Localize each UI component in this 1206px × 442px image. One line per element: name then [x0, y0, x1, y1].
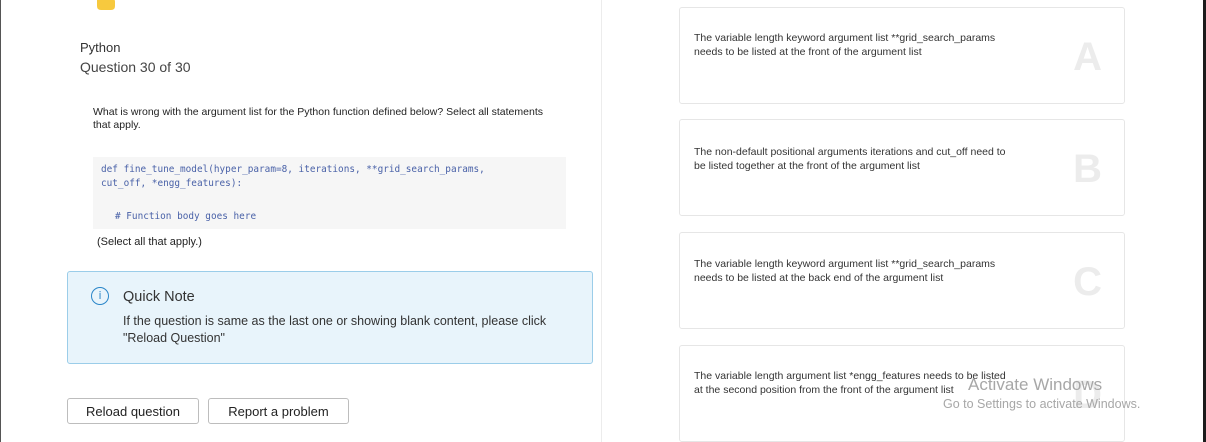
- code-comment: # Function body goes here: [115, 211, 257, 222]
- quick-note: i Quick Note If the question is same as …: [67, 271, 593, 364]
- answer-option-c[interactable]: The variable length keyword argument lis…: [679, 232, 1125, 329]
- info-icon: i: [91, 287, 109, 305]
- panel-divider: [601, 0, 602, 442]
- question-prompt: What is wrong with the argument list for…: [93, 106, 543, 131]
- answer-option-letter: B: [1073, 147, 1102, 191]
- watermark-title: Activate Windows: [968, 375, 1103, 394]
- answer-option-text: The variable length keyword argument lis…: [694, 258, 996, 284]
- answer-option-letter: C: [1073, 260, 1102, 304]
- quick-note-title: Quick Note: [123, 289, 195, 305]
- subject-label: Python: [80, 40, 121, 55]
- watermark-subtitle: Go to Settings to activate Windows.: [943, 397, 1141, 411]
- windows-activation-watermark: Activate Windows Go to Settings to activ…: [943, 375, 1140, 411]
- code-line-1: def fine_tune_model(hyper_param=8, itera…: [101, 164, 485, 175]
- select-hint: (Select all that apply.): [97, 236, 202, 248]
- answer-option-letter: A: [1073, 35, 1102, 79]
- code-line-2: cut_off, *engg_features):: [101, 178, 243, 189]
- question-counter: Question 30 of 30: [80, 59, 191, 75]
- answer-option-text: The non-default positional arguments ite…: [694, 146, 1006, 172]
- window-border-left: [0, 0, 1, 442]
- reload-question-button[interactable]: Reload question: [67, 398, 199, 424]
- answer-option-a[interactable]: The variable length keyword argument lis…: [679, 7, 1125, 104]
- answer-option-b[interactable]: The non-default positional arguments ite…: [679, 119, 1125, 216]
- answer-option-text: The variable length keyword argument lis…: [694, 32, 996, 58]
- report-problem-button[interactable]: Report a problem: [208, 398, 349, 424]
- python-logo-icon: [97, 0, 115, 10]
- code-text: def fine_tune_model(hyper_param=8, itera…: [101, 163, 561, 191]
- quick-note-body: If the question is same as the last one …: [123, 314, 547, 345]
